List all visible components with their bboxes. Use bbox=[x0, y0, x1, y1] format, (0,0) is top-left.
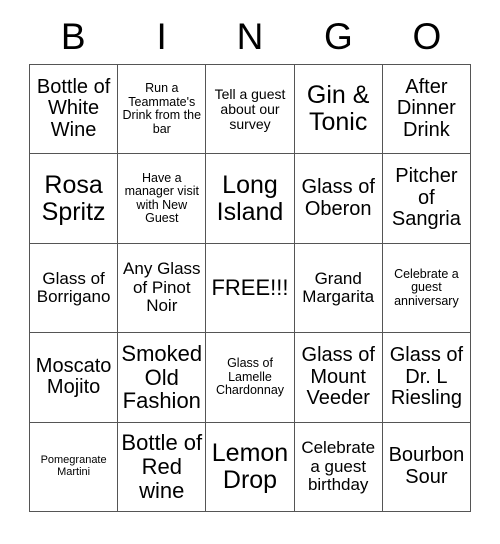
bingo-cell-label: Glass of Mount Veeder bbox=[301, 344, 375, 410]
bingo-cell-r1c2[interactable]: Run a Teammate's Drink from the bar bbox=[118, 65, 207, 155]
bingo-header-letter-n: N bbox=[236, 15, 264, 57]
bingo-cell-label: Bottle of Red wine bbox=[121, 430, 203, 503]
bingo-cell-label: Long Island bbox=[216, 170, 284, 226]
bingo-cell-label: Glass of Lamelle Chardonnay bbox=[215, 356, 285, 398]
bingo-cell-r1c1[interactable]: Bottle of White Wine bbox=[30, 65, 119, 155]
bingo-cell-label: Pitcher of Sangria bbox=[391, 165, 461, 231]
bingo-cell-r1c3[interactable]: Tell a guest about our survey bbox=[206, 65, 295, 155]
bingo-cell-label: Glass of Borrigano bbox=[36, 268, 111, 306]
bingo-cell-r2c2[interactable]: Have a manager visit with New Guest bbox=[118, 154, 207, 244]
bingo-cell-r2c4[interactable]: Glass of Oberon bbox=[294, 154, 383, 244]
bingo-cell-r3c2[interactable]: Any Glass of Pinot Noir bbox=[118, 243, 207, 334]
bingo-cell-label: Glass of Oberon bbox=[301, 176, 375, 220]
bingo-cell-r3c1[interactable]: Glass of Borrigano bbox=[30, 243, 119, 334]
bingo-cell-r4c5[interactable]: Glass of Dr. L Riesling bbox=[382, 333, 471, 423]
bingo-header-letter-b: B bbox=[60, 15, 86, 57]
bingo-cell-r2c3[interactable]: Long Island bbox=[206, 154, 295, 244]
bingo-header: BINGO bbox=[29, 8, 471, 64]
bingo-cell-label: Run a Teammate's Drink from the bar bbox=[122, 81, 202, 136]
bingo-cell-r2c5[interactable]: Pitcher of Sangria bbox=[382, 154, 471, 244]
bingo-cell-label: Celebrate a guest anniversary bbox=[394, 266, 459, 308]
bingo-cell-label: Celebrate a guest birthday bbox=[301, 438, 376, 494]
bingo-cell-r5c1[interactable]: Pomegranate Martini bbox=[30, 422, 119, 512]
bingo-cell-label: Grand Margarita bbox=[302, 268, 375, 306]
bingo-cell-label: Pomegranate Martini bbox=[40, 453, 107, 478]
bingo-cell-label: FREE!!! bbox=[211, 275, 289, 301]
bingo-cell-label: Bottle of White Wine bbox=[36, 75, 111, 141]
bingo-cell-label: After Dinner Drink bbox=[396, 75, 456, 141]
bingo-card: B I N G O Bottle of White Wine Run a Teammate… bbox=[29, 8, 471, 512]
bingo-grid: Bottle of White Wine Run a Teammate's Dri… bbox=[29, 64, 471, 512]
bingo-cell-r3c4[interactable]: Grand Margarita bbox=[294, 243, 383, 334]
bingo-header-letter-o: O bbox=[412, 15, 442, 57]
bingo-cell-r2c1[interactable]: Rosa Spritz bbox=[30, 154, 119, 244]
bingo-cell-r4c3[interactable]: Glass of Lamelle Chardonnay bbox=[206, 333, 295, 423]
bingo-cell-r4c2[interactable]: Smoked Old Fashion bbox=[118, 333, 207, 423]
bingo-header-letter-g: G bbox=[324, 15, 353, 57]
bingo-cell-label: Moscato Mojito bbox=[35, 354, 112, 399]
bingo-cell-label: Gin & Tonic bbox=[306, 81, 370, 137]
bingo-cell-r1c4[interactable]: Gin & Tonic bbox=[294, 65, 383, 155]
bingo-cell-label: Have a manager visit with New Guest bbox=[124, 170, 199, 226]
bingo-cell-label: Glass of Dr. L Riesling bbox=[389, 344, 464, 410]
bingo-cell-label: Tell a guest about our survey bbox=[214, 85, 286, 132]
bingo-cell-r3c5[interactable]: Celebrate a guest anniversary bbox=[382, 243, 471, 334]
bingo-cell-r5c4[interactable]: Celebrate a guest birthday bbox=[294, 422, 383, 512]
bingo-cell-label: Bourbon Sour bbox=[388, 444, 465, 488]
bingo-cell-r5c2[interactable]: Bottle of Red wine bbox=[118, 422, 207, 512]
bingo-cell-label: Smoked Old Fashion bbox=[121, 340, 203, 414]
bingo-header-letter-i: I bbox=[156, 15, 167, 57]
bingo-cell-r3c3[interactable]: FREE!!! bbox=[206, 243, 295, 334]
bingo-cell-r5c5[interactable]: Bourbon Sour bbox=[382, 422, 471, 512]
bingo-cell-r4c4[interactable]: Glass of Mount Veeder bbox=[294, 333, 383, 423]
bingo-cell-r5c3[interactable]: Lemon Drop bbox=[206, 422, 295, 512]
bingo-cell-r1c5[interactable]: After Dinner Drink bbox=[382, 65, 471, 155]
bingo-cell-r4c1[interactable]: Moscato Mojito bbox=[30, 333, 119, 423]
bingo-cell-label: Rosa Spritz bbox=[41, 170, 106, 226]
bingo-cell-label: Any Glass of Pinot Noir bbox=[123, 259, 201, 316]
bingo-cell-label: Lemon Drop bbox=[211, 438, 289, 494]
